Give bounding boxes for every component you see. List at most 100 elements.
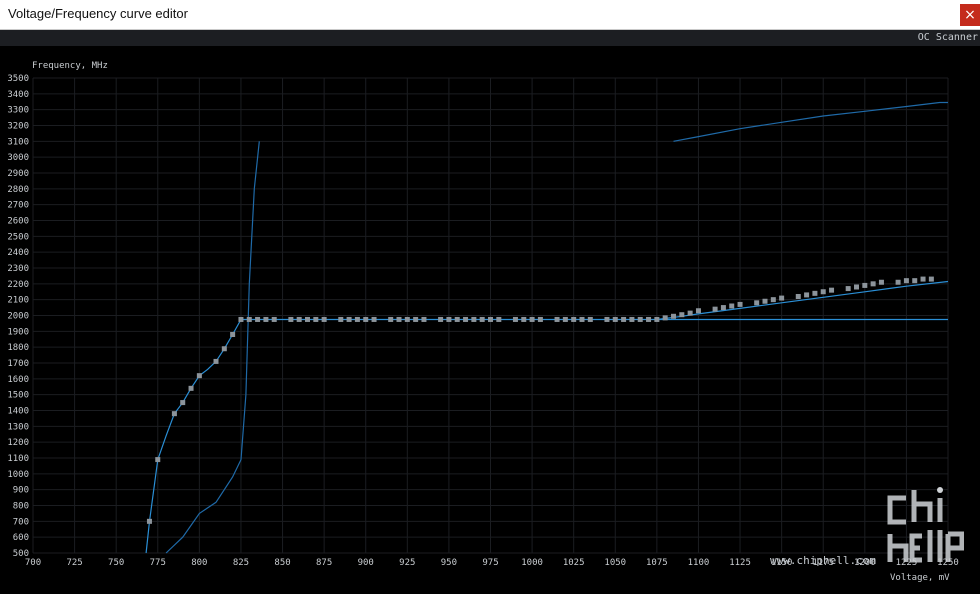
curve-point	[454, 316, 460, 322]
curve-point	[754, 300, 760, 306]
window-title: Voltage/Frequency curve editor	[8, 6, 188, 21]
curve-point	[679, 312, 685, 318]
x-tick-label: 975	[482, 558, 498, 568]
curve-point	[870, 281, 876, 287]
y-tick-label: 1800	[7, 343, 29, 353]
curve-point	[321, 316, 327, 322]
y-tick-label: 1700	[7, 359, 29, 369]
curve-point	[845, 286, 851, 292]
curve-point	[912, 278, 918, 284]
curve-point	[413, 316, 419, 322]
curve-point	[296, 316, 302, 322]
active-curve-line	[145, 318, 948, 554]
y-tick-label: 2000	[7, 312, 29, 322]
curve-point	[479, 316, 485, 322]
x-tick-label: 925	[399, 558, 415, 568]
curve-editor-window: Voltage/Frequency curve editor × OC Scan…	[0, 0, 980, 594]
curve-point	[762, 298, 768, 304]
curve-point	[621, 316, 627, 322]
x-tick-label: 1000	[521, 558, 543, 568]
curve-point	[196, 373, 202, 379]
curve-point	[587, 316, 593, 322]
curve-point	[421, 316, 427, 322]
oc-scanner-button[interactable]: OC Scanner	[918, 32, 978, 43]
curve-point	[629, 316, 635, 322]
x-tick-label: 1075	[646, 558, 668, 568]
curve-point	[903, 278, 909, 284]
curve-point	[687, 310, 693, 316]
curve-point	[720, 305, 726, 311]
curve-point	[562, 316, 568, 322]
x-tick-label: 700	[25, 558, 41, 568]
curve-point	[671, 313, 676, 319]
y-tick-label: 1900	[7, 327, 29, 337]
curve-point	[512, 316, 518, 322]
x-tick-label: 1125	[729, 558, 751, 568]
curve-point	[446, 316, 452, 322]
y-tick-label: 1600	[7, 375, 29, 385]
y-tick-label: 3200	[7, 122, 29, 132]
curve-point	[471, 316, 477, 322]
curve-point	[488, 316, 493, 322]
curve-point	[804, 292, 810, 298]
curve-point	[354, 316, 360, 322]
watermark-url: www.chiphell.com	[770, 554, 876, 567]
curve-point	[180, 400, 186, 406]
curve-point	[338, 316, 344, 322]
y-tick-label: 2300	[7, 264, 29, 274]
curve-point	[255, 316, 261, 322]
y-tick-label: 1400	[7, 407, 29, 417]
curve-point	[646, 316, 652, 322]
curve-point	[305, 316, 310, 322]
x-tick-label: 775	[150, 558, 166, 568]
curve-point	[829, 287, 835, 293]
curve-point	[230, 332, 236, 337]
curve-point	[770, 297, 776, 303]
x-tick-label: 825	[233, 558, 249, 568]
chiphell-logo	[887, 487, 964, 563]
y-tick-label: 1300	[7, 422, 29, 432]
curve-point	[155, 457, 161, 463]
vf-chart[interactable]: Frequency, MHz Voltage, mV 700 725 750 775 8…	[0, 46, 980, 594]
curve-point	[928, 276, 934, 282]
curve-point	[363, 316, 369, 322]
curve-point	[604, 316, 610, 322]
curve-point	[695, 308, 701, 314]
x-tick-label: 875	[316, 558, 332, 568]
toolbar: OC Scanner	[0, 30, 980, 46]
curve-point	[737, 301, 743, 307]
curve-point	[521, 316, 527, 322]
x-tick-label: 1100	[688, 558, 710, 568]
y-tick-label: 3400	[7, 90, 29, 100]
curve-point	[263, 316, 269, 322]
y-axis-label: Frequency, MHz	[32, 61, 108, 71]
title-bar[interactable]: Voltage/Frequency curve editor ×	[0, 0, 980, 30]
curve-point	[571, 316, 577, 322]
curve-point	[779, 295, 785, 301]
curve-point	[920, 276, 926, 282]
curve-point	[612, 316, 618, 322]
curve-point	[246, 316, 252, 322]
x-tick-label: 1050	[604, 558, 626, 568]
close-button[interactable]: ×	[960, 4, 980, 26]
active-curve-tail-line	[656, 280, 949, 321]
curve-point	[396, 316, 402, 322]
x-tick-label: 750	[108, 558, 124, 568]
curve-point	[729, 303, 735, 309]
vf-chart-svg[interactable]: Frequency, MHz Voltage, mV 700 725 750 775 8…	[0, 46, 980, 594]
curve-point	[288, 316, 294, 322]
curve-point	[346, 316, 352, 322]
y-tick-label: 2600	[7, 217, 29, 227]
y-tick-label: 2400	[7, 248, 29, 258]
curve-point	[496, 316, 502, 322]
curve-point	[463, 316, 469, 322]
y-tick-label: 1000	[7, 470, 29, 480]
y-tick-label: 1100	[7, 454, 29, 464]
x-tick-label: 800	[191, 558, 207, 568]
curve-point	[171, 411, 177, 417]
curve-point	[812, 290, 818, 296]
curve-point	[712, 306, 718, 312]
y-tick-label: 3300	[7, 106, 29, 116]
curve-point	[537, 316, 543, 322]
curve-point	[529, 316, 535, 322]
